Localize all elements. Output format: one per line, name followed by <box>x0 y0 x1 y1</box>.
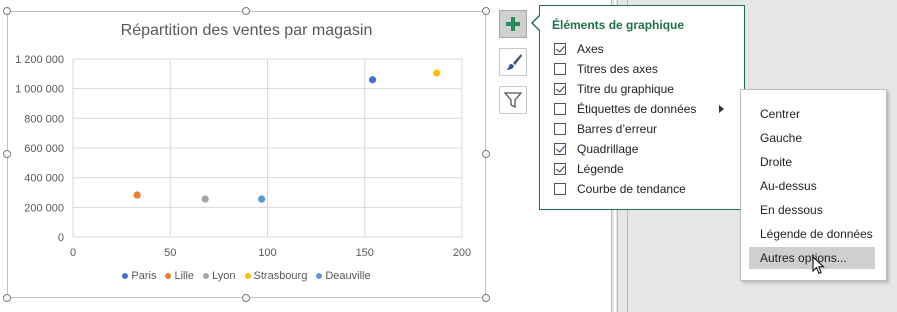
y-tick-label: 200 000 <box>24 202 64 214</box>
data-point-strasbourg[interactable] <box>433 69 441 77</box>
option-0[interactable]: Axes <box>554 39 744 59</box>
option-label: Légende <box>577 162 624 176</box>
data-point-paris[interactable] <box>368 76 377 84</box>
legend-label: Lyon <box>212 270 236 282</box>
legend-item[interactable]: Lyon <box>203 270 236 282</box>
submenu-item[interactable]: En dessous <box>749 199 875 221</box>
chart-elements-panel: Éléments de graphique Axes Titres des axe… <box>539 5 745 210</box>
option-6[interactable]: Légende <box>554 159 744 179</box>
y-tick-label: 1 000 000 <box>15 84 64 96</box>
x-tick-label: 50 <box>164 247 176 259</box>
option-1[interactable]: Titres des axes <box>554 59 744 79</box>
chart-filters-button[interactable] <box>499 86 527 114</box>
option-7[interactable]: Courbe de tendance <box>554 179 744 199</box>
checkbox[interactable] <box>554 83 566 95</box>
checkbox[interactable] <box>554 183 566 195</box>
checkbox[interactable] <box>554 43 566 55</box>
legend-item[interactable]: Deauville <box>316 270 371 282</box>
data-point-lille[interactable] <box>133 191 141 199</box>
submenu-arrow-icon <box>719 105 724 113</box>
data-labels-submenu: Centrer Gauche Droite Au-dessus En dessous Lé… <box>740 89 887 281</box>
option-label: Courbe de tendance <box>577 182 686 196</box>
x-tick-label: 150 <box>356 247 374 259</box>
option-2[interactable]: Titre du graphique <box>554 79 744 99</box>
option-3[interactable]: Étiquettes de données <box>554 99 744 119</box>
resize-handle-top-left[interactable] <box>3 7 11 15</box>
option-label: Titres des axes <box>577 62 658 76</box>
resize-handle-bottom[interactable] <box>242 294 250 302</box>
data-point-lyon[interactable] <box>201 195 209 203</box>
legend-item[interactable]: Strasbourg <box>244 270 308 282</box>
scatter-plot[interactable]: 0 200 000 400 000 600 000 800 000 1 000 000 1 … <box>0 0 493 300</box>
legend-item[interactable]: Paris <box>122 270 156 282</box>
resize-handle-top[interactable] <box>242 7 250 15</box>
checkbox[interactable] <box>554 63 566 75</box>
resize-handle-bottom-right[interactable] <box>482 294 490 302</box>
legend-marker <box>244 273 251 279</box>
legend-label: Deauville <box>325 270 371 282</box>
legend-marker <box>122 273 129 279</box>
chart-styles-button[interactable] <box>499 48 527 76</box>
x-tick-label: 0 <box>70 247 76 259</box>
option-label: Titre du graphique <box>577 82 674 96</box>
y-tick-label: 800 000 <box>24 113 64 125</box>
option-4[interactable]: Barres d’erreur <box>554 119 744 139</box>
legend-label: Lille <box>174 270 195 282</box>
resize-handle-top-right[interactable] <box>482 7 490 15</box>
legend-label: Strasbourg <box>253 270 308 282</box>
checkbox[interactable] <box>554 103 566 115</box>
y-tick-label: 0 <box>58 232 64 244</box>
chart-legend[interactable]: Paris Lille Lyon Strasbourg Deauville <box>0 270 493 282</box>
option-label: Axes <box>577 42 604 56</box>
y-tick-label: 400 000 <box>24 173 64 185</box>
panel-pointer-fill <box>533 15 541 31</box>
resize-handle-bottom-left[interactable] <box>3 294 11 302</box>
option-label: Étiquettes de données <box>577 102 697 116</box>
plus-icon <box>506 17 520 31</box>
submenu-item[interactable]: Centrer <box>749 103 875 125</box>
paintbrush-icon <box>506 54 522 70</box>
y-tick-label: 1 200 000 <box>15 54 64 66</box>
chart-elements-button[interactable] <box>499 10 527 38</box>
legend-marker <box>316 273 323 279</box>
option-label: Barres d’erreur <box>577 122 658 136</box>
legend-marker <box>165 273 172 279</box>
submenu-item[interactable]: Au-dessus <box>749 175 875 197</box>
checkbox[interactable] <box>554 143 566 155</box>
resize-handle-left[interactable] <box>3 150 11 158</box>
mouse-cursor-icon <box>812 256 825 275</box>
panel-title: Éléments de graphique <box>552 18 685 32</box>
x-tick-label: 200 <box>453 247 471 259</box>
resize-handle-right[interactable] <box>482 150 490 158</box>
submenu-item[interactable]: Légende de données <box>749 223 875 245</box>
submenu-item[interactable]: Gauche <box>749 127 875 149</box>
option-5[interactable]: Quadrillage <box>554 139 744 159</box>
submenu-item[interactable]: Droite <box>749 151 875 173</box>
option-label: Quadrillage <box>577 142 639 156</box>
legend-label: Paris <box>131 270 157 282</box>
y-tick-label: 600 000 <box>24 143 64 155</box>
legend-marker <box>203 273 210 279</box>
filter-icon <box>504 92 522 109</box>
checkbox[interactable] <box>554 123 566 135</box>
x-tick-label: 100 <box>258 247 276 259</box>
legend-item[interactable]: Lille <box>165 270 194 282</box>
data-point-deauville[interactable] <box>258 195 266 203</box>
checkbox[interactable] <box>554 163 566 175</box>
